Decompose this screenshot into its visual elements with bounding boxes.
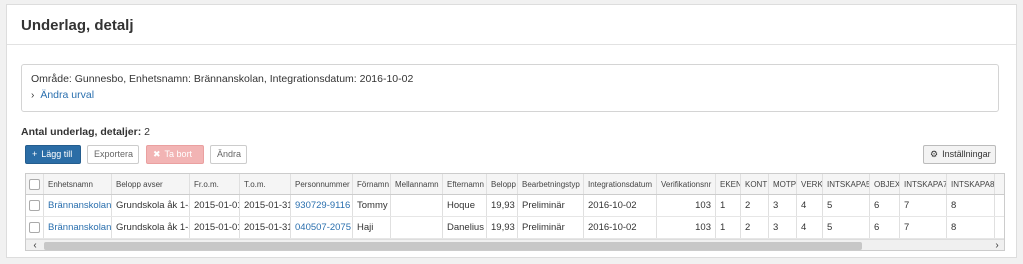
settings-button[interactable]: ⚙ Inställningar — [923, 145, 996, 164]
table-cell: 7 — [900, 195, 947, 216]
scroll-left-icon[interactable]: ‹ — [28, 240, 42, 250]
column-header[interactable]: Fr.o.m. — [190, 174, 240, 194]
table-cell: 4 — [797, 217, 823, 238]
column-header[interactable]: EKEN — [716, 174, 741, 194]
column-header[interactable]: KONT — [741, 174, 769, 194]
column-header[interactable]: MOTP — [769, 174, 797, 194]
add-button[interactable]: + Lägg till — [25, 145, 81, 164]
table-cell: 4 — [797, 195, 823, 216]
change-selection-link[interactable]: › Ändra urval — [31, 89, 998, 101]
table-cell: Preliminär — [518, 195, 584, 216]
personal-number-link[interactable]: 930729-9116 — [291, 195, 353, 216]
table-cell: 2015-01-31 — [240, 217, 291, 238]
delete-button[interactable]: ✖ Ta bort — [146, 145, 204, 164]
count-value: 2 — [144, 126, 150, 138]
filter-summary-box: Område: Gunnesbo, Enhetsnamn: Brännansko… — [21, 64, 999, 112]
export-button[interactable]: Exportera — [87, 145, 139, 164]
details-panel: Underlag, detalj Område: Gunnesbo, Enhet… — [6, 4, 1017, 258]
select-all-checkbox[interactable] — [26, 174, 44, 194]
table-cell — [391, 195, 443, 216]
column-header[interactable]: Belopp — [487, 174, 518, 194]
plus-icon: + — [32, 149, 38, 159]
table-cell: 8 — [947, 217, 995, 238]
panel-header: Underlag, detalj — [7, 5, 1016, 45]
column-header[interactable]: Integrationsdatum — [584, 174, 657, 194]
table-cell: 3 — [769, 217, 797, 238]
personal-number-link[interactable]: 040507-2075 — [291, 217, 353, 238]
table-cell: 6 — [870, 195, 900, 216]
table-cell: Grundskola åk 1-3 — [112, 195, 190, 216]
table-cell: 2 — [741, 217, 769, 238]
count-line: Antal underlag, detaljer: 2 — [21, 126, 150, 138]
table-cell: 8 — [947, 195, 995, 216]
column-header[interactable]: INTSKAPA8 — [947, 174, 995, 194]
table-cell: 2015-01-01 — [190, 195, 240, 216]
change-selection-label: Ändra urval — [40, 89, 95, 101]
table-cell: 2 — [741, 195, 769, 216]
unit-link[interactable]: Brännanskolan — [44, 217, 112, 238]
unit-link[interactable]: Brännanskolan — [44, 195, 112, 216]
column-header[interactable]: Efternamn — [443, 174, 487, 194]
table-cell: 1 — [716, 195, 741, 216]
table-cell: 6 — [870, 217, 900, 238]
column-header[interactable]: INTSKAPA7 — [900, 174, 947, 194]
toolbar: + Lägg till Exportera ✖ Ta bort Ändra ⚙ Ins… — [25, 145, 1000, 165]
table-cell: Danelius — [443, 217, 487, 238]
table-cell: 2016-10-02 — [584, 195, 657, 216]
table-cell: 3 — [769, 195, 797, 216]
gear-icon: ⚙ — [930, 149, 939, 159]
column-header[interactable]: Personnummer — [291, 174, 353, 194]
table-cell: 2015-01-31 — [240, 195, 291, 216]
page-title: Underlag, detalj — [21, 17, 134, 34]
column-header[interactable]: Enhetsnamn — [44, 174, 112, 194]
row-checkbox[interactable] — [26, 195, 44, 216]
data-grid: Enhetsnamn Belopp avser Fr.o.m. T.o.m. P… — [25, 173, 1005, 251]
table-cell: 2016-10-02 — [584, 217, 657, 238]
filter-summary-text: Område: Gunnesbo, Enhetsnamn: Brännansko… — [31, 73, 414, 85]
table-cell: 103 — [657, 217, 716, 238]
table-cell: Grundskola åk 1-3 — [112, 217, 190, 238]
chevron-right-icon: › — [31, 89, 35, 101]
table-cell: Haji — [353, 217, 391, 238]
column-header[interactable]: Bearbetningstyp — [518, 174, 584, 194]
table-cell: 2015-01-01 — [190, 217, 240, 238]
column-header[interactable]: OBJEX — [870, 174, 900, 194]
table-cell: 19,93 — [487, 195, 518, 216]
column-header[interactable]: T.o.m. — [240, 174, 291, 194]
table-row[interactable]: Brännanskolan Grundskola åk 1-3 2015-01-… — [26, 195, 1004, 217]
table-cell: 5 — [823, 217, 870, 238]
column-header[interactable]: Belopp avser — [112, 174, 190, 194]
table-cell: 103 — [657, 195, 716, 216]
table-cell: Tommy — [353, 195, 391, 216]
column-header[interactable]: Verifikationsnr — [657, 174, 716, 194]
table-cell: 19,93 — [487, 217, 518, 238]
scroll-right-icon[interactable]: › — [990, 240, 1004, 250]
table-cell: 7 — [900, 217, 947, 238]
table-cell: 1 — [716, 217, 741, 238]
column-header[interactable]: INTSKAPA5 — [823, 174, 870, 194]
column-header[interactable]: Förnamn — [353, 174, 391, 194]
column-header[interactable]: VERK — [797, 174, 823, 194]
count-label: Antal underlag, detaljer: — [21, 126, 142, 138]
table-cell: 5 — [823, 195, 870, 216]
table-cell: Preliminär — [518, 217, 584, 238]
column-header[interactable]: Mellannamn — [391, 174, 443, 194]
scroll-thumb[interactable] — [44, 242, 862, 250]
horizontal-scrollbar[interactable]: ‹ › — [26, 239, 1004, 250]
table-row[interactable]: Brännanskolan Grundskola åk 1-3 2015-01-… — [26, 217, 1004, 239]
table-cell: Hoque — [443, 195, 487, 216]
table-header-row: Enhetsnamn Belopp avser Fr.o.m. T.o.m. P… — [26, 174, 1004, 195]
table-cell — [391, 217, 443, 238]
edit-button[interactable]: Ändra — [210, 145, 247, 164]
row-checkbox[interactable] — [26, 217, 44, 238]
x-icon: ✖ — [153, 149, 161, 159]
